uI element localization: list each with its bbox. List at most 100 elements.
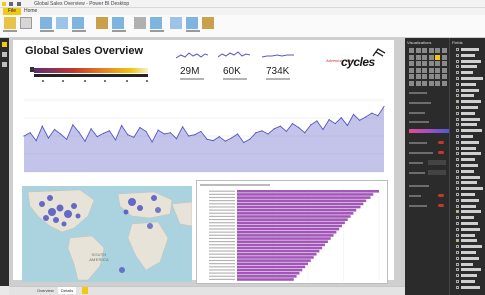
bar[interactable] — [237, 196, 371, 199]
page-tab-active[interactable]: Details — [58, 287, 77, 294]
field-item[interactable] — [456, 210, 482, 214]
field-item[interactable] — [456, 239, 482, 243]
bar[interactable] — [237, 275, 297, 278]
bar[interactable] — [237, 249, 320, 253]
visual-type-icon[interactable] — [422, 61, 427, 66]
field-item[interactable] — [456, 181, 482, 185]
visual-type-icon[interactable] — [409, 74, 414, 79]
field-item[interactable] — [456, 94, 482, 98]
visual-type-icon[interactable] — [415, 74, 421, 79]
field-checkbox[interactable] — [456, 117, 459, 121]
bar[interactable] — [237, 243, 325, 247]
field-checkbox[interactable] — [456, 216, 459, 220]
data-view-icon[interactable] — [2, 52, 7, 57]
new-page-icon[interactable] — [134, 17, 146, 29]
visual-type-icon[interactable] — [422, 74, 427, 79]
format-input[interactable] — [428, 160, 446, 165]
visual-type-icon[interactable] — [435, 67, 440, 73]
field-checkbox[interactable] — [456, 88, 459, 92]
field-item[interactable] — [456, 53, 482, 57]
toggle-switch[interactable] — [438, 141, 444, 144]
sales-map[interactable]: SOUTH AMERICA — [22, 186, 192, 282]
visual-type-icon[interactable] — [441, 67, 447, 73]
field-item[interactable] — [456, 152, 482, 156]
field-item[interactable] — [456, 111, 482, 115]
bar[interactable] — [237, 218, 348, 221]
visual-type-icon[interactable] — [428, 67, 434, 73]
bar[interactable] — [237, 227, 340, 231]
bar[interactable] — [237, 202, 364, 206]
field-checkbox[interactable] — [456, 268, 459, 272]
shapes-icon[interactable] — [202, 17, 214, 29]
field-item[interactable] — [456, 285, 482, 289]
field-item[interactable] — [456, 227, 482, 231]
bar[interactable] — [237, 246, 323, 250]
field-item[interactable] — [456, 268, 482, 272]
report-view-icon[interactable] — [2, 42, 7, 47]
field-checkbox[interactable] — [456, 262, 459, 266]
date-slicer[interactable] — [34, 68, 148, 73]
color-gradient-swatch[interactable] — [409, 129, 449, 133]
field-checkbox[interactable] — [456, 158, 459, 162]
field-item[interactable] — [456, 65, 482, 69]
visual-type-icon[interactable] — [422, 67, 427, 73]
visual-type-icon[interactable] — [435, 61, 440, 66]
visual-type-icon[interactable] — [415, 48, 421, 53]
bar[interactable] — [237, 190, 379, 193]
visual-type-icon[interactable] — [422, 80, 427, 86]
toggle-switch[interactable] — [438, 194, 444, 197]
visual-type-icon[interactable] — [409, 67, 414, 73]
field-checkbox[interactable] — [456, 181, 459, 185]
field-item[interactable] — [456, 158, 482, 162]
field-checkbox[interactable] — [456, 100, 459, 104]
visual-type-icon[interactable] — [441, 48, 447, 53]
field-checkbox[interactable] — [456, 48, 459, 51]
bar[interactable] — [237, 205, 361, 209]
field-checkbox[interactable] — [456, 187, 459, 191]
field-item[interactable] — [456, 129, 482, 133]
field-item[interactable] — [456, 245, 482, 249]
field-checkbox[interactable] — [456, 164, 459, 167]
visual-type-icon[interactable] — [441, 80, 447, 86]
field-item[interactable] — [456, 204, 482, 208]
bar[interactable] — [237, 237, 331, 240]
bar[interactable] — [237, 230, 337, 234]
visual-type-icon[interactable] — [428, 48, 434, 53]
recent-sources-icon[interactable] — [56, 17, 68, 29]
visual-type-icon[interactable] — [409, 61, 414, 66]
field-checkbox[interactable] — [456, 251, 459, 254]
bar[interactable] — [237, 271, 300, 275]
text-box-icon[interactable] — [170, 17, 182, 29]
visual-type-icon[interactable] — [435, 74, 440, 79]
field-checkbox[interactable] — [456, 193, 459, 196]
bar[interactable] — [237, 240, 328, 243]
bar[interactable] — [237, 224, 343, 228]
field-item[interactable] — [456, 198, 482, 202]
field-checkbox[interactable] — [456, 111, 459, 115]
field-item[interactable] — [456, 100, 482, 104]
field-item[interactable] — [456, 117, 482, 121]
field-checkbox[interactable] — [456, 227, 459, 231]
bar[interactable] — [237, 256, 314, 259]
field-checkbox[interactable] — [456, 106, 459, 109]
field-checkbox[interactable] — [456, 233, 459, 237]
edit-queries-icon[interactable] — [96, 17, 108, 29]
field-item[interactable] — [456, 123, 482, 127]
bar[interactable] — [237, 234, 334, 237]
visual-type-icon[interactable] — [435, 54, 440, 60]
field-item[interactable] — [456, 222, 482, 225]
field-checkbox[interactable] — [456, 210, 459, 214]
visual-type-icon[interactable] — [415, 80, 421, 86]
field-checkbox[interactable] — [456, 146, 459, 150]
field-checkbox[interactable] — [456, 82, 459, 86]
visual-type-icon[interactable] — [428, 74, 434, 79]
field-checkbox[interactable] — [456, 198, 459, 202]
bar[interactable] — [237, 265, 306, 269]
field-checkbox[interactable] — [456, 245, 459, 249]
field-checkbox[interactable] — [456, 222, 459, 225]
visual-type-icon[interactable] — [435, 80, 440, 86]
slicer-track[interactable] — [34, 74, 148, 77]
field-item[interactable] — [456, 216, 482, 220]
bar[interactable] — [237, 193, 374, 196]
field-checkbox[interactable] — [456, 135, 459, 138]
